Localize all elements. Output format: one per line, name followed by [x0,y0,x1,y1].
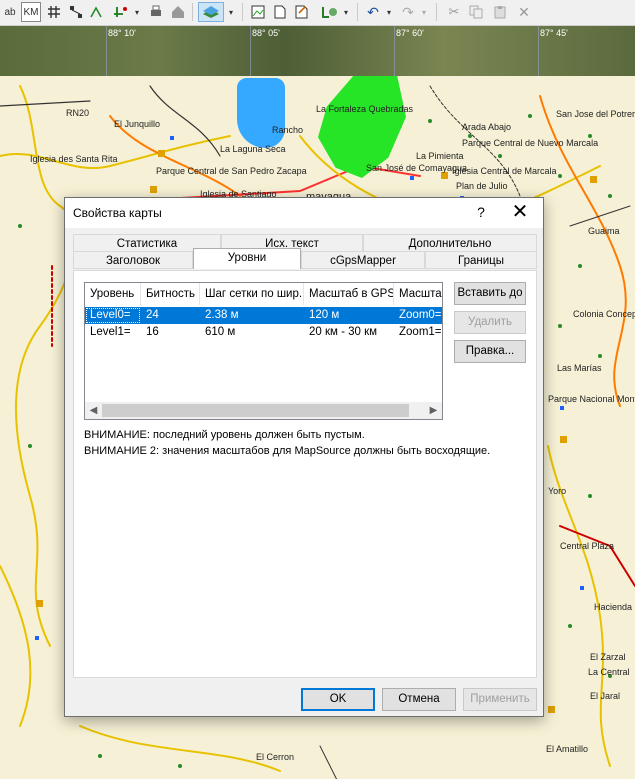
document-icon[interactable] [270,2,290,22]
map-label: Hacienda [594,602,633,612]
map-label: El Amatillo [546,744,589,754]
cell-zoom: Zoom1= [399,326,442,338]
cell-bits: 16 [146,326,159,338]
cell-level: Level0= [85,307,141,324]
help-button[interactable]: ? [471,204,491,220]
map-label: Rancho [272,125,304,135]
map-label: Iglesia des Santa Rita [30,154,118,164]
map-label: Yoro [548,486,567,496]
map-label: La Pimienta [416,151,464,161]
cell-grid-step: 610 м [205,326,236,338]
gps-dropdown-icon[interactable]: ▾ [340,2,352,22]
map-label: Plan de Julio [456,181,508,191]
levels-list[interactable]: Уровень Битность Шаг сетки по шир. Масшт… [84,282,443,420]
chevron-down-icon[interactable]: ▾ [131,2,143,22]
vertex-icon[interactable] [86,2,106,22]
table-row[interactable]: Level1= 16 610 м 20 км - 30 км Zoom1= [85,324,442,341]
dialog-titlebar[interactable]: Свойства карты ? ✕ [65,198,543,228]
column-header-gps-scale[interactable]: Масштаб в GPS [304,283,394,305]
map-label: La Laguna Seca [220,144,286,154]
column-header-grid-step[interactable]: Шаг сетки по шир. [200,283,304,305]
image-icon[interactable] [248,2,268,22]
copy-icon[interactable] [466,2,486,22]
column-header-level[interactable]: Уровень [85,283,141,305]
paste-icon[interactable] [490,2,510,22]
horizontal-scrollbar[interactable]: ◀ ▶ [85,402,442,419]
scroll-left-icon[interactable]: ◀ [85,402,102,419]
warning-text: ВНИМАНИЕ 2: значения масштабов для MapSo… [84,445,491,457]
label-tool-button[interactable]: ab [0,2,20,22]
apply-button[interactable]: Применить [463,688,537,711]
map-label: Central Plaza [560,541,615,551]
map-label: Guaima [588,226,620,236]
cut-icon[interactable]: ✂ [444,2,464,22]
tab-row-back: Статистика Исх. текст Дополнительно [73,234,537,252]
layers-icon[interactable] [198,2,224,22]
km-tool-button[interactable]: KM [21,2,41,22]
map-label: Parque Nacional Montaña [548,394,635,404]
map-label: San José de Comayagua [366,163,468,173]
scroll-right-icon[interactable]: ▶ [425,402,442,419]
map-label: El Junquillo [114,119,161,129]
map-label: Parque Central de San Pedro Zacapa [156,166,307,176]
undo-icon[interactable]: ↶ [363,2,383,22]
tab-cgpsmapper[interactable]: cGpsMapper [301,251,425,269]
map-properties-dialog: Свойства карты ? ✕ Статистика Исх. текст… [64,197,544,717]
cell-level: Level1= [90,326,131,338]
close-button[interactable]: ✕ [507,201,533,223]
cell-zoom: Zoom0= [399,309,442,321]
cell-gps-scale: 120 м [309,309,340,321]
map-label: Parque Central de Nuevo Marcala [462,138,599,148]
tab-levels[interactable]: Уровни [193,248,301,269]
layers-dropdown-icon[interactable]: ▾ [225,2,237,22]
levels-panel: Уровень Битность Шаг сетки по шир. Масшт… [73,270,537,678]
map-label: El Cerron [256,752,295,762]
table-row[interactable]: Level0= 24 2.38 м 120 м Zoom0= [85,307,442,324]
delete-button[interactable]: Удалить [454,311,526,334]
warning-text: ВНИМАНИЕ: последний уровень должен быть … [84,429,365,441]
undo-dropdown-icon[interactable]: ▾ [383,2,395,22]
map-label: San Jose del Potrero [556,109,635,119]
tab-header[interactable]: Заголовок [73,251,193,269]
cancel-button[interactable]: Отмена [382,688,456,711]
redo-dropdown-icon[interactable]: ▾ [418,2,430,22]
house-icon[interactable] [168,2,188,22]
add-point-icon[interactable] [111,2,131,22]
map-label: El Zarzal [590,652,626,662]
cell-bits: 24 [146,309,159,321]
main-toolbar: ab KM ▾ ▾ ▾ ↶ ▾ ↷ ▾ ✂ ✕ [0,0,635,26]
tab-additional[interactable]: Дополнительно [363,234,537,252]
delete-icon[interactable]: ✕ [514,2,534,22]
lake-area [237,78,285,148]
dialog-title: Свойства карты [73,206,162,220]
ok-button[interactable]: OK [301,688,375,711]
scrollbar-thumb[interactable] [102,404,409,417]
insert-before-button[interactable]: Вставить до [454,282,526,305]
map-label: El Jaral [590,691,621,701]
map-label: La Fortaleza Quebradas [316,104,414,114]
map-label: Colonia Concepción [573,309,635,319]
print-icon[interactable] [146,2,166,22]
redo-icon[interactable]: ↷ [398,2,418,22]
cell-gps-scale: 20 км - 30 км [309,326,378,338]
map-label: Iglesia Central de Marcala [452,166,557,176]
cell-grid-step: 2.38 м [205,309,239,321]
grid-icon[interactable] [44,2,64,22]
map-label: RN20 [66,108,90,118]
tab-row-front: Заголовок Уровни cGpsMapper Границы [73,248,537,270]
node-icon[interactable] [66,2,86,22]
doc-edit-icon[interactable] [292,2,312,22]
gps-icon[interactable] [318,2,340,22]
tab-boundaries[interactable]: Границы [425,251,537,269]
column-header-scale[interactable]: Масштаб [394,283,442,305]
map-label: La Central [588,667,630,677]
map-label: Las Marías [557,363,602,373]
map-label: Arada Abajo [462,122,512,132]
column-header-bits[interactable]: Битность [141,283,200,305]
edit-button[interactable]: Правка... [454,340,526,363]
